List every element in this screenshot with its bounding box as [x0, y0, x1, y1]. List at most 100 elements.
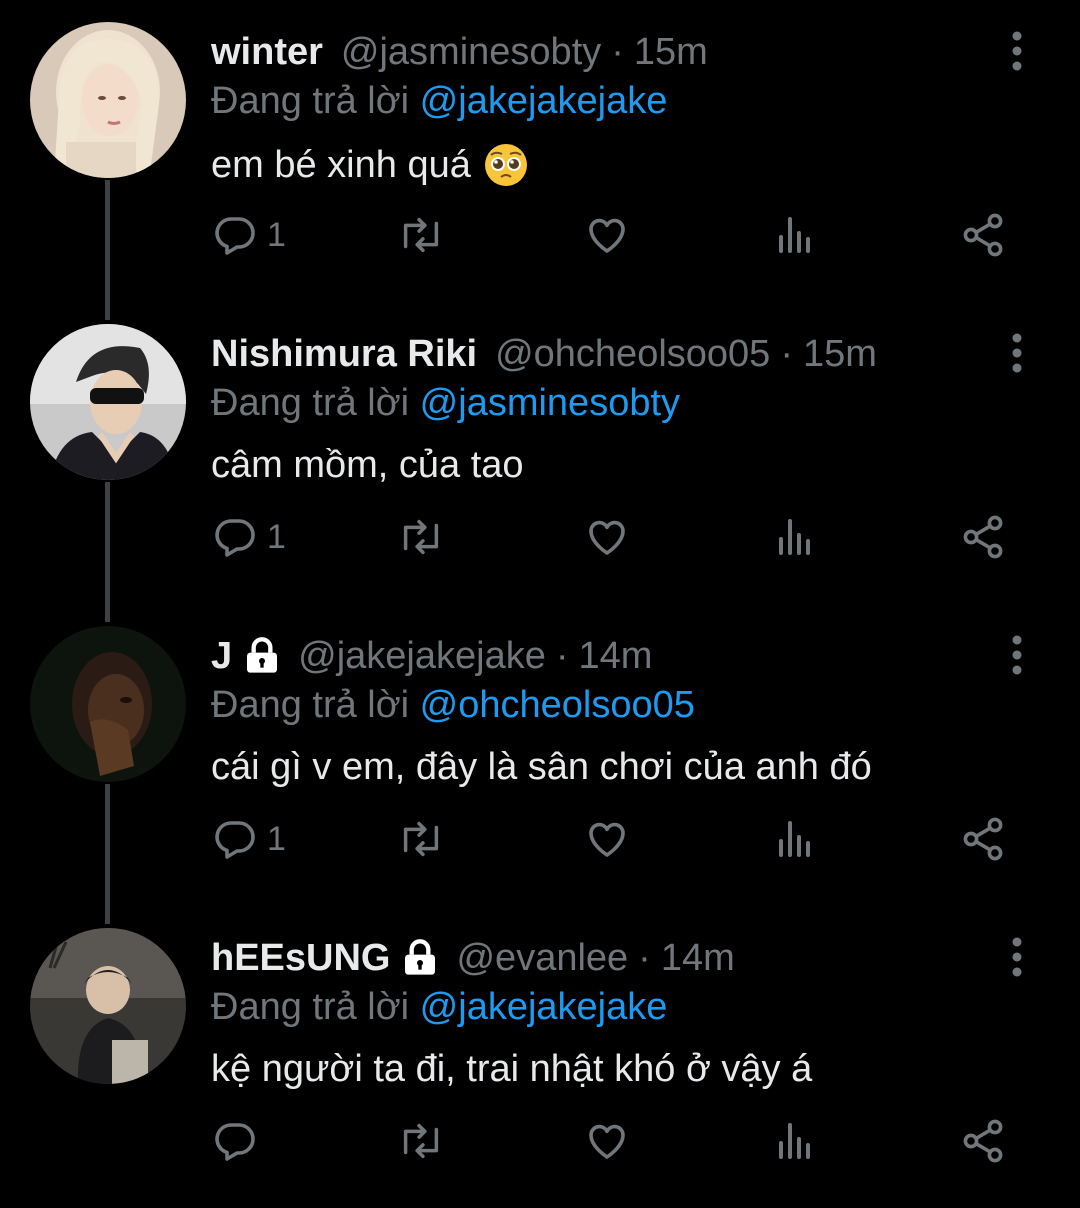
share-button[interactable] [959, 1111, 1007, 1171]
reply-icon [215, 519, 255, 557]
replying-to-label: Đang trả lời [211, 684, 410, 726]
timestamp[interactable]: 14m [579, 635, 653, 678]
analytics-icon [779, 821, 810, 857]
tweet-text-content: câm mồm, của tao [211, 444, 524, 486]
reply-count: 1 [267, 819, 286, 858]
timestamp[interactable]: 14m [661, 937, 735, 980]
replying-to-label: Đang trả lời [211, 382, 410, 424]
reply-tweet[interactable]: winter @jasminesobty · 15m Đang trả lời … [0, 0, 1080, 302]
timestamp[interactable]: 15m [634, 31, 708, 74]
reply-button[interactable]: 1 [211, 809, 286, 869]
heart-icon [589, 1124, 625, 1159]
reply-button[interactable]: 1 [211, 205, 286, 265]
tweet-text: câm mồm, của tao [211, 444, 524, 487]
separator-dot: · [555, 634, 569, 677]
action-bar [211, 1111, 1021, 1171]
tweet-text-content: kệ người ta đi, trai nhật khó ở vậy á [211, 1048, 813, 1090]
replying-to: Đang trả lời @jasminesobty [211, 382, 680, 425]
separator-dot: · [638, 936, 651, 979]
more-options-icon[interactable] [1000, 330, 1034, 378]
display-name[interactable]: hEEsUNG [211, 937, 390, 980]
reply-icon [215, 821, 255, 859]
timestamp[interactable]: 15m [803, 333, 877, 376]
analytics-icon [779, 1123, 810, 1159]
like-button[interactable] [583, 507, 631, 567]
retweet-icon [403, 519, 439, 555]
tweet-header: hEEsUNG @evanlee · 14m [211, 934, 735, 982]
tweet-header: J @jakejakejake · 14m [211, 632, 652, 680]
pleading-face-emoji-icon [483, 142, 529, 188]
user-handle[interactable]: @evanlee [456, 937, 628, 980]
reply-button[interactable] [211, 1111, 267, 1171]
more-options-icon[interactable] [1000, 28, 1034, 76]
replying-to: Đang trả lời @jakejakejake [211, 80, 667, 123]
avatar[interactable] [30, 324, 186, 480]
analytics-button[interactable] [771, 1111, 819, 1171]
display-name[interactable]: J [211, 635, 232, 678]
retweet-button[interactable] [396, 507, 446, 567]
reply-mention-link[interactable]: @jakejakejake [420, 80, 668, 122]
replying-to-label: Đang trả lời [211, 986, 410, 1028]
more-options-icon[interactable] [1000, 934, 1034, 982]
display-name[interactable]: winter [211, 31, 323, 74]
replying-to: Đang trả lời @ohcheolsoo05 [211, 684, 695, 727]
avatar[interactable] [30, 626, 186, 782]
like-button[interactable] [583, 809, 631, 869]
tweet-text-content: em bé xinh quá [211, 143, 471, 186]
display-name[interactable]: Nishimura Riki [211, 333, 477, 376]
reply-count: 1 [267, 517, 286, 556]
heart-icon [589, 520, 625, 555]
like-button[interactable] [583, 1111, 631, 1171]
retweet-button[interactable] [396, 1111, 446, 1171]
tweet-header: winter @jasminesobty · 15m [211, 28, 708, 76]
share-icon [963, 817, 1003, 861]
analytics-button[interactable] [771, 507, 819, 567]
reply-tweet[interactable]: J @jakejakejake · 14m Đang trả lời @ohch… [0, 604, 1080, 906]
action-bar: 1 [211, 507, 1021, 567]
separator-dot: · [611, 30, 624, 73]
reply-count: 1 [267, 215, 286, 254]
share-button[interactable] [959, 507, 1007, 567]
retweet-icon [403, 821, 439, 857]
analytics-icon [779, 519, 810, 555]
tweet-text-content: cái gì v em, đây là sân chơi của anh đó [211, 746, 872, 788]
reply-tweet[interactable]: Nishimura Riki @ohcheolsoo05 · 15m Đang … [0, 302, 1080, 604]
more-options-icon[interactable] [1000, 632, 1034, 680]
tweet-text: em bé xinh quá [211, 142, 529, 188]
reply-icon [215, 217, 255, 255]
retweet-button[interactable] [396, 205, 446, 265]
user-handle[interactable]: @ohcheolsoo05 [495, 333, 770, 376]
share-icon [963, 515, 1003, 559]
reply-button[interactable]: 1 [211, 507, 286, 567]
reply-mention-link[interactable]: @jakejakejake [420, 986, 668, 1028]
retweet-icon [403, 217, 439, 253]
tweet-header: Nishimura Riki @ohcheolsoo05 · 15m [211, 330, 877, 378]
heart-icon [589, 218, 625, 253]
replying-to: Đang trả lời @jakejakejake [211, 986, 667, 1029]
protected-lock-icon [242, 636, 282, 676]
share-icon [963, 213, 1003, 257]
user-handle[interactable]: @jasminesobty [341, 31, 601, 74]
reply-tweet[interactable]: hEEsUNG @evanlee · 14m Đang trả lời @jak… [0, 906, 1080, 1208]
separator-dot: · [780, 332, 793, 375]
action-bar: 1 [211, 205, 1021, 265]
heart-icon [589, 822, 625, 857]
avatar[interactable] [30, 22, 186, 178]
like-button[interactable] [583, 205, 631, 265]
analytics-button[interactable] [771, 809, 819, 869]
share-button[interactable] [959, 809, 1007, 869]
replying-to-label: Đang trả lời [211, 80, 410, 122]
retweet-button[interactable] [396, 809, 446, 869]
protected-lock-icon [400, 938, 440, 978]
tweet-text: kệ người ta đi, trai nhật khó ở vậy á [211, 1048, 812, 1091]
tweet-text: cái gì v em, đây là sân chơi của anh đó [211, 746, 872, 789]
user-handle[interactable]: @jakejakejake [298, 635, 546, 678]
analytics-button[interactable] [771, 205, 819, 265]
retweet-icon [403, 1123, 439, 1159]
avatar[interactable] [30, 928, 186, 1084]
action-bar: 1 [211, 809, 1021, 869]
reply-mention-link[interactable]: @ohcheolsoo05 [420, 684, 695, 726]
reply-icon [215, 1123, 255, 1161]
share-button[interactable] [959, 205, 1007, 265]
reply-mention-link[interactable]: @jasminesobty [420, 382, 680, 424]
